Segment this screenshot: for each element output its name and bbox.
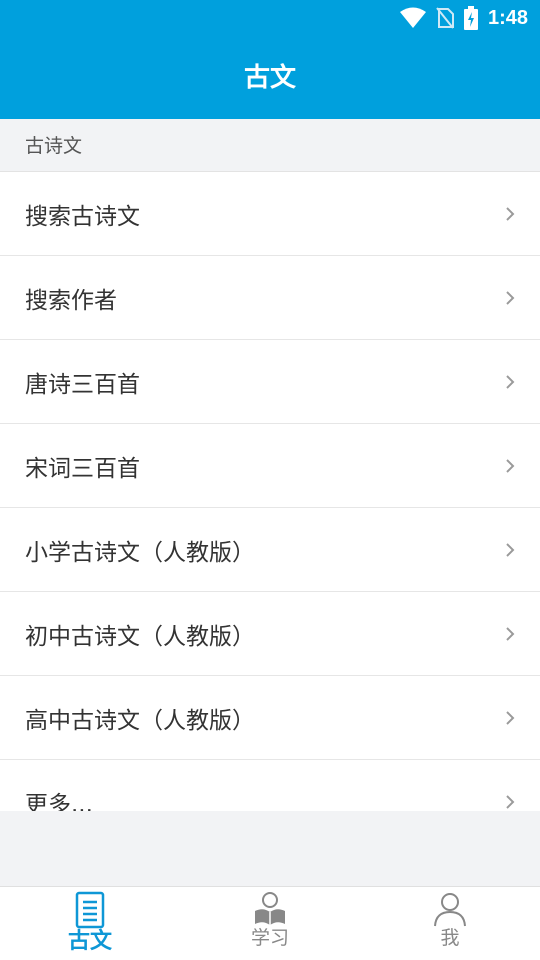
wifi-icon (399, 7, 426, 29)
chevron-right-icon (506, 206, 515, 221)
menu-item-label: 搜索古诗文 (25, 203, 140, 230)
tab-study[interactable]: 学习 (180, 887, 360, 960)
menu-item-label: 更多... (25, 791, 93, 812)
tab-label: 我 (440, 927, 460, 949)
menu-item-high-school[interactable]: 高中古诗文（人教版） (0, 676, 540, 760)
section-header: 古诗文 (0, 119, 540, 172)
menu-item-song-ci[interactable]: 宋词三百首 (0, 424, 540, 508)
chevron-right-icon (506, 794, 515, 809)
study-icon (255, 892, 285, 925)
menu-item-tang-poems[interactable]: 唐诗三百首 (0, 340, 540, 424)
tab-me[interactable]: 我 (360, 887, 540, 960)
status-time: 1:48 (487, 6, 528, 29)
menu-list: 搜索古诗文 搜索作者 唐诗三百首 宋词三百首 小学古诗文（人教版） 初中古诗文（… (0, 172, 540, 811)
menu-item-label: 初中古诗文（人教版） (25, 623, 255, 650)
tab-label: 古文 (67, 929, 112, 954)
menu-item-label: 小学古诗文（人教版） (25, 539, 255, 566)
document-icon (75, 891, 105, 929)
menu-item-label: 高中古诗文（人教版） (25, 707, 255, 734)
chevron-right-icon (506, 542, 515, 557)
chevron-right-icon (506, 626, 515, 641)
no-sim-icon (436, 7, 454, 29)
battery-charging-icon (463, 6, 478, 30)
menu-item-middle-school[interactable]: 初中古诗文（人教版） (0, 592, 540, 676)
chevron-right-icon (506, 458, 515, 473)
page-title: 古文 (243, 63, 296, 93)
menu-item-search-poems[interactable]: 搜索古诗文 (0, 172, 540, 256)
chevron-right-icon (506, 290, 515, 305)
bottom-tab-bar: 古文 学习 我 (0, 886, 540, 960)
menu-item-label: 宋词三百首 (25, 455, 140, 482)
menu-item-label: 搜索作者 (25, 287, 117, 314)
profile-icon (434, 893, 466, 927)
tab-label: 学习 (250, 927, 289, 949)
status-bar: 1:48 (399, 4, 528, 32)
menu-item-search-authors[interactable]: 搜索作者 (0, 256, 540, 340)
chevron-right-icon (506, 374, 515, 389)
app-header: 1:48 古文 (0, 0, 540, 119)
chevron-right-icon (506, 710, 515, 725)
menu-item-more[interactable]: 更多... (0, 760, 540, 811)
menu-item-primary-school[interactable]: 小学古诗文（人教版） (0, 508, 540, 592)
tab-classics[interactable]: 古文 (0, 887, 180, 960)
menu-item-label: 唐诗三百首 (25, 371, 140, 398)
